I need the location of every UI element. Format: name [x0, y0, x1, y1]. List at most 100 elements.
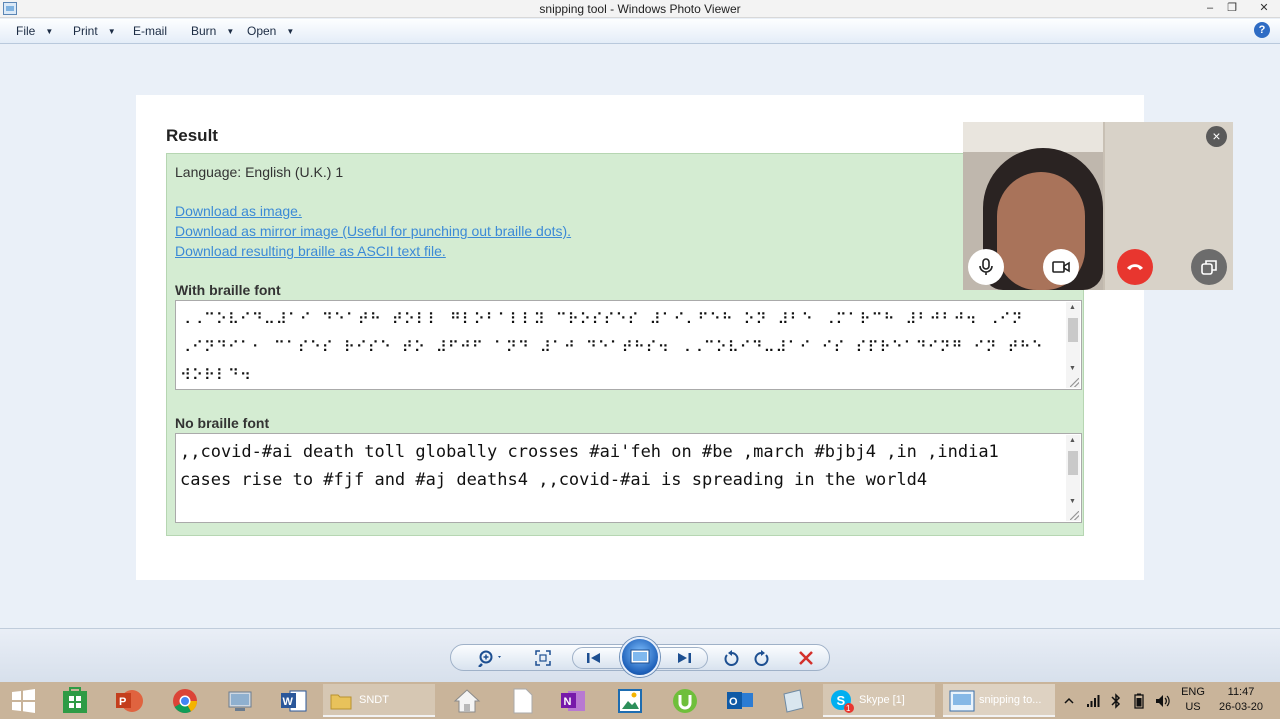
rotate-clockwise-icon: [754, 650, 769, 666]
outlook-icon: O: [727, 692, 753, 709]
actual-size-button[interactable]: [533, 649, 553, 667]
taskbar-word[interactable]: W: [278, 684, 310, 717]
zoom-button[interactable]: [478, 649, 501, 668]
start-button[interactable]: [8, 684, 38, 717]
photos-icon: [618, 689, 642, 713]
rotate-right-button[interactable]: [752, 649, 772, 667]
menu-burn[interactable]: Burn ▼: [191, 24, 234, 38]
taskbar-utorrent[interactable]: [670, 684, 700, 717]
menu-file-label: File: [16, 24, 36, 38]
taskbar-app[interactable]: [778, 684, 808, 717]
powerpoint-icon: P: [116, 690, 143, 712]
menu-print-label: Print: [73, 24, 98, 38]
clock-time: 11:47: [1227, 686, 1255, 698]
taskbar-photo-viewer[interactable]: snipping to...: [943, 684, 1055, 717]
menu-burn-label: Burn: [191, 24, 217, 38]
plain-scrollbar[interactable]: ▲ ▼: [1066, 435, 1080, 521]
taskbar-folder-sndt[interactable]: SNDT: [323, 684, 435, 717]
close-window-button[interactable]: ✕: [1252, 1, 1276, 16]
clock-date: 26-03-20: [1218, 701, 1264, 713]
menu-open[interactable]: Open ▼: [247, 24, 294, 38]
svg-text:N: N: [564, 696, 572, 708]
microphone-icon: [979, 258, 993, 275]
windows-logo-icon: [12, 689, 35, 713]
slideshow-button[interactable]: [620, 637, 660, 677]
help-icon[interactable]: ?: [1254, 22, 1270, 38]
svg-text:S: S: [837, 693, 846, 708]
previous-button[interactable]: [584, 649, 604, 667]
braille-scrollbar[interactable]: ▲ ▼: [1066, 302, 1080, 388]
menu-open-label: Open: [247, 24, 277, 38]
video-call-window: ×: [963, 122, 1233, 290]
skype-label: Skype [1]: [859, 694, 905, 706]
next-icon: [678, 653, 691, 663]
chevron-down-icon: ▼: [226, 27, 235, 36]
input-language[interactable]: ENG US: [1176, 686, 1210, 713]
download-mirror-link[interactable]: Download as mirror image (Useful for pun…: [175, 223, 571, 239]
taskbar-store[interactable]: [60, 684, 90, 717]
scroll-up-icon[interactable]: ▲: [1069, 304, 1076, 311]
previous-icon: [587, 653, 600, 663]
scroll-thumb[interactable]: [1068, 451, 1078, 475]
menu-email[interactable]: E-mail: [133, 24, 167, 38]
video-camera-icon: [1052, 261, 1070, 273]
next-button[interactable]: [674, 649, 694, 667]
skype-icon: S: [831, 690, 854, 713]
scroll-thumb[interactable]: [1068, 318, 1078, 342]
clock[interactable]: 11:47 26-03-20: [1212, 686, 1270, 713]
microphone-button[interactable]: [968, 249, 1004, 285]
taskbar-skype[interactable]: S 1 Skype [1]: [823, 684, 935, 717]
scroll-up-icon[interactable]: ▲: [1069, 437, 1076, 444]
menu-print[interactable]: Print ▼: [73, 24, 116, 38]
plain-text: ,,covid-#ai death toll globally crosses …: [180, 442, 1010, 490]
scroll-down-icon[interactable]: ▼: [1069, 498, 1076, 505]
close-video-button[interactable]: ×: [1206, 126, 1227, 147]
taskbar-home[interactable]: [452, 684, 482, 717]
taskbar-outlook[interactable]: O: [724, 684, 756, 717]
taskbar-powerpoint[interactable]: P: [113, 684, 145, 717]
rotate-left-button[interactable]: [721, 649, 741, 667]
delete-button[interactable]: [796, 649, 816, 667]
resize-grip-icon[interactable]: [1070, 511, 1079, 520]
menu-bar: File ▼ Print ▼ E-mail Burn ▼ Open ▼ ?: [0, 19, 1280, 44]
word-icon: W: [281, 690, 307, 712]
switch-view-button[interactable]: [1191, 249, 1227, 285]
folder-label: SNDT: [359, 694, 389, 706]
plain-textarea[interactable]: ,,covid-#ai death toll globally crosses …: [175, 433, 1082, 523]
taskbar-document[interactable]: [508, 684, 538, 717]
taskbar: P W SNDT N O S 1 Skype [1] snipping to..…: [0, 682, 1280, 719]
download-image-link[interactable]: Download as image.: [175, 203, 302, 219]
download-ascii-link[interactable]: Download resulting braille as ASCII text…: [175, 243, 446, 259]
fit-window-icon: [535, 650, 551, 666]
delete-icon: [799, 651, 813, 665]
taskbar-network-computer[interactable]: [225, 684, 255, 717]
svg-text:O: O: [729, 696, 738, 708]
minimize-button[interactable]: –: [1201, 1, 1219, 16]
hang-up-icon: [1127, 264, 1143, 270]
photo-viewer-icon: [949, 690, 975, 712]
scroll-down-icon[interactable]: ▼: [1069, 365, 1076, 372]
svg-text:P: P: [119, 696, 126, 708]
battery-icon[interactable]: [1134, 693, 1144, 709]
braille-textarea[interactable]: ⠠⠠⠉⠕⠧⠊⠙⠤⠼⠁⠊ ⠙⠑⠁⠞⠓ ⠞⠕⠇⠇ ⠛⠇⠕⠃⠁⠇⠇⠽ ⠉⠗⠕⠎⠎⠑⠎ …: [175, 300, 1082, 390]
taskbar-chrome[interactable]: [170, 684, 200, 717]
braille-text: ⠠⠠⠉⠕⠧⠊⠙⠤⠼⠁⠊ ⠙⠑⠁⠞⠓ ⠞⠕⠇⠇ ⠛⠇⠕⠃⠁⠇⠇⠽ ⠉⠗⠕⠎⠎⠑⠎ …: [180, 310, 1054, 384]
store-icon: [63, 687, 87, 713]
system-tray: [1064, 684, 1174, 717]
onenote-icon: N: [561, 691, 585, 711]
volume-icon[interactable]: [1154, 693, 1170, 709]
end-call-button[interactable]: [1117, 249, 1153, 285]
language-code: ENG: [1181, 686, 1205, 698]
taskbar-onenote[interactable]: N: [558, 684, 588, 717]
show-hidden-icons-icon[interactable]: [1064, 696, 1074, 706]
bluetooth-icon[interactable]: [1110, 693, 1122, 709]
photo-viewer-label: snipping to...: [979, 694, 1042, 706]
result-heading: Result: [166, 126, 218, 145]
camera-button[interactable]: [1043, 249, 1079, 285]
network-signal-icon[interactable]: [1086, 694, 1100, 708]
resize-grip-icon[interactable]: [1070, 378, 1079, 387]
viewer-toolbar: [0, 628, 1280, 682]
menu-file[interactable]: File ▼: [16, 24, 53, 38]
restore-button[interactable]: ❐: [1223, 1, 1241, 16]
taskbar-photos[interactable]: [615, 684, 645, 717]
